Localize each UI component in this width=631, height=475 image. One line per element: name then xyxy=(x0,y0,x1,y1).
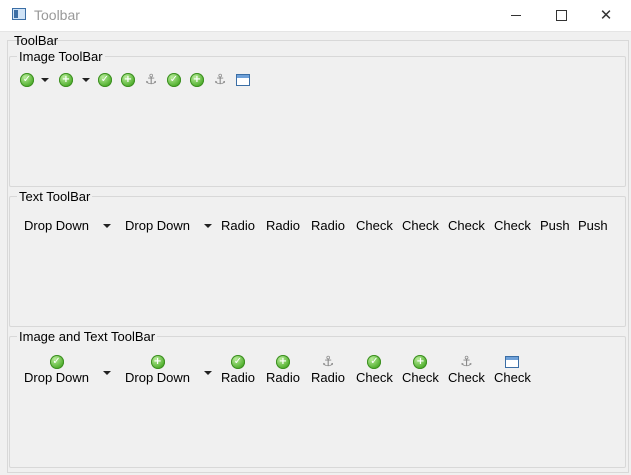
window-icon xyxy=(505,356,520,368)
text-check-button-3[interactable]: Check xyxy=(448,218,485,234)
button-label: Radio xyxy=(266,370,300,385)
check-icon: ✓ xyxy=(20,73,34,87)
close-icon: ✕ xyxy=(599,7,613,24)
image-text-radio-button-2[interactable]: + Radio xyxy=(266,354,300,386)
image-check-button-3[interactable]: ⚓ xyxy=(211,71,229,89)
check-icon: ✓ xyxy=(367,355,382,369)
image-text-check-button-4[interactable]: Check xyxy=(494,354,531,386)
anchor-icon: ⚓ xyxy=(321,354,335,370)
button-label: Radio xyxy=(311,370,345,385)
window-icon xyxy=(236,74,250,86)
button-label: Check xyxy=(402,370,439,385)
button-label: Drop Down xyxy=(24,370,90,385)
minimize-button[interactable] xyxy=(493,0,539,31)
image-text-check-button-3[interactable]: ⚓ Check xyxy=(448,354,485,386)
plus-icon: + xyxy=(150,355,165,369)
text-push-button-1[interactable]: Push xyxy=(540,218,570,234)
check-icon: ✓ xyxy=(98,73,112,87)
image-check-button-1[interactable]: ✓ xyxy=(165,71,183,89)
plus-icon: + xyxy=(190,73,204,87)
plus-icon: + xyxy=(275,355,290,369)
dropdown-arrow-icon[interactable] xyxy=(103,224,111,228)
maximize-button[interactable] xyxy=(538,0,584,31)
button-label: Check xyxy=(448,370,485,385)
image-radio-button-1[interactable]: ✓ xyxy=(96,71,114,89)
text-radio-button-1[interactable]: Radio xyxy=(221,218,255,234)
image-radio-button-2[interactable]: + xyxy=(119,71,137,89)
image-text-toolbar-group: Image and Text ToolBar ✓ Drop Down + Dro… xyxy=(9,329,626,468)
outer-group-title: ToolBar xyxy=(14,33,59,48)
image-radio-button-3[interactable]: ⚓ xyxy=(142,71,160,89)
text-dropdown-button-1[interactable]: Drop Down xyxy=(24,218,89,234)
check-icon: ✓ xyxy=(49,355,64,369)
anchor-icon: ⚓ xyxy=(144,72,158,88)
text-toolbar-group: Text ToolBar Drop Down Drop Down Radio R… xyxy=(9,189,626,327)
image-text-check-button-2[interactable]: + Check xyxy=(402,354,439,386)
image-check-button-2[interactable]: + xyxy=(188,71,206,89)
image-text-dropdown-button-1[interactable]: ✓ Drop Down xyxy=(24,354,89,386)
dropdown-arrow-icon[interactable] xyxy=(82,78,90,82)
image-text-check-button-1[interactable]: ✓ Check xyxy=(356,354,393,386)
text-push-button-2[interactable]: Push xyxy=(578,218,608,234)
button-label: Radio xyxy=(221,370,255,385)
text-check-button-4[interactable]: Check xyxy=(494,218,531,234)
image-text-toolbar-title: Image and Text ToolBar xyxy=(17,329,158,344)
image-dropdown-button-1[interactable]: ✓ xyxy=(18,71,36,89)
anchor-icon: ⚓ xyxy=(460,354,473,370)
button-label: Check xyxy=(494,370,531,385)
button-label: Drop Down xyxy=(125,370,191,385)
image-text-dropdown-button-2[interactable]: + Drop Down xyxy=(125,354,190,386)
check-icon: ✓ xyxy=(230,355,245,369)
button-label: Check xyxy=(356,370,393,385)
image-check-button-4[interactable] xyxy=(234,71,252,89)
close-button[interactable]: ✕ xyxy=(583,0,629,31)
text-dropdown-button-2[interactable]: Drop Down xyxy=(125,218,190,234)
dropdown-arrow-icon[interactable] xyxy=(204,371,212,375)
dropdown-arrow-icon[interactable] xyxy=(103,371,111,375)
image-text-radio-button-3[interactable]: ⚓ Radio xyxy=(311,354,345,386)
maximize-icon xyxy=(555,10,567,21)
text-check-button-1[interactable]: Check xyxy=(356,218,393,234)
anchor-icon: ⚓ xyxy=(213,72,227,88)
text-radio-button-3[interactable]: Radio xyxy=(311,218,345,234)
window-title: Toolbar xyxy=(34,7,80,23)
dropdown-arrow-icon[interactable] xyxy=(204,224,212,228)
image-toolbar-title: Image ToolBar xyxy=(17,49,105,64)
text-radio-button-2[interactable]: Radio xyxy=(266,218,300,234)
minimize-icon xyxy=(511,15,521,16)
plus-icon: + xyxy=(59,73,73,87)
title-bar: Toolbar ✕ xyxy=(0,0,631,32)
image-text-radio-button-1[interactable]: ✓ Radio xyxy=(221,354,255,386)
check-icon: ✓ xyxy=(167,73,181,87)
plus-icon: + xyxy=(413,355,428,369)
text-check-button-2[interactable]: Check xyxy=(402,218,439,234)
text-toolbar-title: Text ToolBar xyxy=(17,189,93,204)
dropdown-arrow-icon[interactable] xyxy=(41,78,49,82)
plus-icon: + xyxy=(121,73,135,87)
image-toolbar-group: Image ToolBar ✓ + ✓ + ⚓ ✓ + ⚓ xyxy=(9,49,626,187)
app-window-icon xyxy=(12,8,26,20)
image-dropdown-button-2[interactable]: + xyxy=(57,71,75,89)
